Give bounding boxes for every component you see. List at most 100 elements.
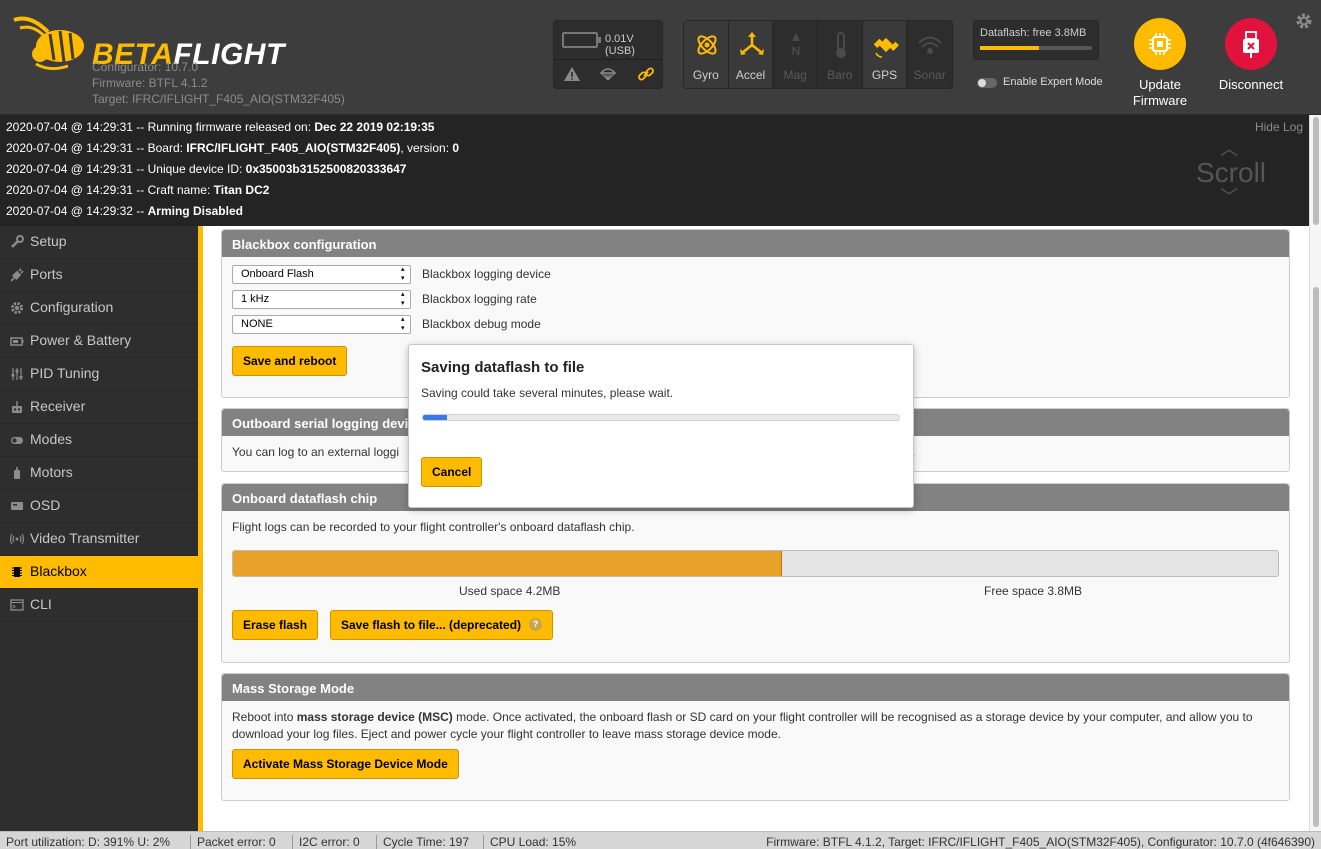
sensor-accel: Accel	[728, 21, 774, 88]
log-line: 2020-07-04 @ 14:29:31 -- Running firmwar…	[6, 120, 435, 134]
erase-flash-button[interactable]: Erase flash	[232, 610, 319, 640]
scroll-indicator: ︿ Scroll ﹀	[1196, 139, 1267, 207]
logging-rate-label: Blackbox logging rate	[422, 292, 537, 306]
blackbox-configuration-title: Blackbox configuration	[222, 230, 1289, 257]
sonar-icon	[918, 36, 943, 54]
bee-logo-icon	[13, 16, 84, 71]
content-scrollbar[interactable]	[1309, 115, 1321, 831]
wrench-icon	[11, 235, 24, 248]
dataflash-usage-bar	[232, 550, 1279, 577]
usb-disconnect-icon	[1243, 31, 1259, 58]
receiver-icon	[12, 401, 22, 413]
sidebar-item-ports[interactable]: Ports	[0, 259, 198, 292]
dataflash-usage-bar	[980, 46, 1092, 50]
cycle-time: Cycle Time: 197	[376, 835, 469, 849]
plug-icon	[10, 268, 24, 282]
save-progress-fill	[423, 415, 447, 420]
blackbox-tab-content: Blackbox configuration Onboard Flash Bla…	[203, 226, 1309, 831]
dialog-message: Saving could take several minutes, pleas…	[421, 386, 674, 400]
sidebar-item-modes[interactable]: Modes	[0, 424, 198, 457]
save-and-reboot-button[interactable]: Save and reboot	[232, 346, 348, 376]
free-space-label: Free space 3.8MB	[984, 584, 1083, 598]
help-icon[interactable]: ?	[529, 618, 543, 631]
sidebar-item-receiver[interactable]: Receiver	[0, 391, 198, 424]
cancel-button[interactable]: Cancel	[421, 457, 483, 487]
osd-icon	[11, 502, 23, 510]
sensor-sonar: Sonar	[907, 21, 952, 88]
activate-mass-storage-button[interactable]: Activate Mass Storage Device Mode	[232, 749, 459, 779]
blackbox-icon	[12, 567, 22, 577]
sidebar-item-power-battery[interactable]: Power & Battery	[0, 325, 198, 358]
log-line: 2020-07-04 @ 14:29:31 -- Craft name: Tit…	[6, 183, 270, 197]
mass-storage-title: Mass Storage Mode	[222, 674, 1289, 701]
gyro-icon	[697, 35, 717, 55]
gps-icon	[873, 37, 899, 58]
parachute-icon	[599, 68, 617, 81]
logging-rate-select[interactable]: 1 kHz	[232, 290, 411, 309]
sidebar-item-configuration[interactable]: Configuration	[0, 292, 198, 325]
sidebar-item-motors[interactable]: Motors	[0, 457, 198, 490]
chevron-down-icon: ﹀	[1220, 187, 1238, 207]
packet-error: Packet error: 0	[190, 835, 276, 849]
dataflash-chip-box: Onboard dataflash chip Flight logs can b…	[221, 483, 1290, 663]
firmware-info: Firmware: BTFL 4.1.2, Target: IFRC/IFLIG…	[766, 835, 1315, 849]
warning-icon	[564, 67, 580, 81]
settings-gear-icon[interactable]	[1294, 11, 1314, 31]
dataflash-used-fill	[233, 551, 782, 576]
firmware-version: Firmware: BTFL 4.1.2	[92, 76, 208, 90]
log-scroll-thumb[interactable]	[1313, 117, 1319, 225]
target-board: Target: IFRC/IFLIGHT_F405_AIO(STM32F405)	[92, 92, 345, 106]
dataflash-free-label: Dataflash: free 3.8MB	[980, 27, 1087, 39]
log-line: 2020-07-04 @ 14:29:31 -- Board: IFRC/IFL…	[6, 141, 460, 155]
toggle-icon	[11, 437, 23, 444]
link-icon	[638, 67, 654, 81]
battery-icon	[562, 32, 601, 48]
sidebar-item-setup[interactable]: Setup	[0, 226, 198, 259]
chevron-up-icon: ︿	[1220, 139, 1238, 159]
status-bar: Port utilization: D: 391% U: 2% Packet e…	[0, 831, 1321, 849]
update-firmware-button[interactable]: Update Firmware	[1120, 18, 1200, 109]
save-flash-to-file-button[interactable]: Save flash to file... (deprecated)?	[330, 610, 554, 640]
motor-icon	[14, 467, 20, 479]
debug-mode-label: Blackbox debug mode	[422, 317, 541, 331]
sidebar-item-video-transmitter[interactable]: Video Transmitter	[0, 523, 198, 556]
header: BETAFLIGHT Configurator: 10.7.0 Firmware…	[0, 0, 1321, 115]
gear-icon	[11, 302, 23, 314]
antenna-icon	[10, 533, 24, 545]
sidebar-item-pid-tuning[interactable]: PID Tuning	[0, 358, 198, 391]
sidebar-item-blackbox[interactable]: Blackbox	[0, 556, 198, 589]
hide-log-link[interactable]: Hide Log	[1255, 120, 1303, 134]
configurator-version: Configurator: 10.7.0	[92, 60, 199, 74]
log-panel: 2020-07-04 @ 14:29:31 -- Running firmwar…	[0, 115, 1309, 226]
sidebar: Setup Ports Configuration Power & Batter…	[0, 226, 198, 831]
i2c-error: I2C error: 0	[292, 835, 360, 849]
sensor-mag: N Mag	[773, 21, 819, 88]
mass-storage-text: Reboot into mass storage device (MSC) mo…	[232, 710, 1253, 741]
expert-mode-switch[interactable]	[977, 78, 997, 88]
logo: BETAFLIGHT Configurator: 10.7.0 Firmware…	[10, 12, 350, 112]
sidebar-item-cli[interactable]: CLI	[0, 589, 198, 622]
mass-storage-box: Mass Storage Mode Reboot into mass stora…	[221, 673, 1290, 801]
sensor-gps: GPS	[862, 21, 908, 88]
dialog-title: Saving dataflash to file	[421, 359, 585, 376]
battery-status-panel: 0.01V (USB)	[553, 20, 663, 89]
terminal-icon	[10, 599, 24, 611]
saving-dataflash-dialog: Saving dataflash to file Saving could ta…	[408, 344, 914, 508]
sensor-baro: Baro	[818, 21, 863, 88]
used-space-label: Used space 4.2MB	[459, 584, 561, 598]
content-scroll-thumb[interactable]	[1313, 287, 1319, 827]
dataflash-status: Dataflash: free 3.8MB	[973, 20, 1099, 60]
baro-icon	[836, 32, 847, 58]
logging-device-select[interactable]: Onboard Flash	[232, 265, 411, 284]
cpu-load: CPU Load: 15%	[483, 835, 576, 849]
save-progress-bar	[422, 414, 900, 421]
dataflash-chip-text: Flight logs can be recorded to your flig…	[232, 520, 635, 534]
logging-device-label: Blackbox logging device	[422, 267, 551, 281]
chip-icon	[1149, 33, 1171, 55]
sensor-gyro: Gyro	[684, 21, 729, 88]
sidebar-item-osd[interactable]: OSD	[0, 490, 198, 523]
debug-mode-select[interactable]: NONE	[232, 315, 411, 334]
disconnect-button[interactable]: Disconnect	[1211, 18, 1291, 93]
log-line: 2020-07-04 @ 14:29:31 -- Unique device I…	[6, 162, 407, 176]
log-line: 2020-07-04 @ 14:29:32 -- Arming Disabled	[6, 204, 243, 218]
